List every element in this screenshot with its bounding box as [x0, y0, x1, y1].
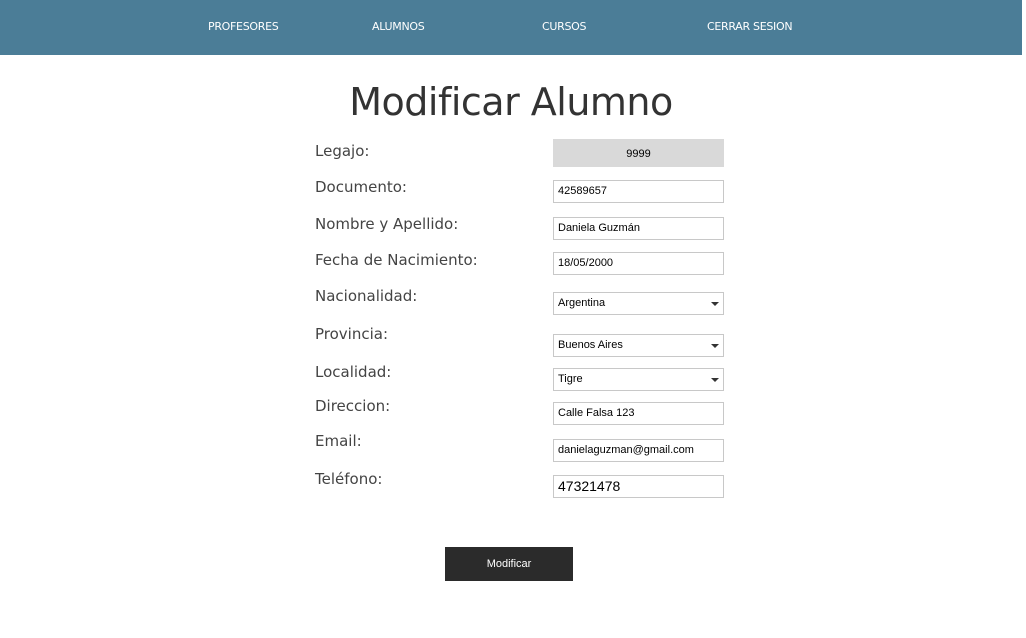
- fecha-label: Fecha de Nacimiento:: [315, 251, 478, 269]
- nacionalidad-value: Argentina: [558, 297, 606, 309]
- legajo-label: Legajo:: [315, 142, 370, 160]
- legajo-field: 9999: [553, 139, 724, 167]
- caret-down-icon: [711, 378, 719, 382]
- caret-down-icon: [711, 344, 719, 348]
- modificar-button[interactable]: Modificar: [445, 547, 573, 581]
- nav-alumnos[interactable]: ALUMNOS: [372, 20, 425, 33]
- nacionalidad-label: Nacionalidad:: [315, 287, 418, 305]
- nav-cerrar-sesion[interactable]: CERRAR SESION: [707, 20, 793, 33]
- fecha-field[interactable]: 18/05/2000: [553, 252, 724, 275]
- email-field[interactable]: danielaguzman@gmail.com: [553, 439, 724, 462]
- documento-field[interactable]: 42589657: [553, 180, 724, 203]
- direccion-field[interactable]: Calle Falsa 123: [553, 402, 724, 425]
- caret-down-icon: [711, 302, 719, 306]
- nombre-field[interactable]: Daniela Guzmán: [553, 217, 724, 240]
- telefono-field[interactable]: 47321478: [553, 475, 724, 498]
- nav-profesores[interactable]: PROFESORES: [208, 20, 279, 33]
- provincia-value: Buenos Aires: [558, 339, 623, 351]
- email-label: Email:: [315, 432, 362, 450]
- localidad-label: Localidad:: [315, 363, 392, 381]
- documento-label: Documento:: [315, 178, 407, 196]
- provincia-select[interactable]: Buenos Aires: [553, 334, 724, 357]
- top-nav: PROFESORES ALUMNOS CURSOS CERRAR SESION: [0, 0, 1022, 55]
- provincia-label: Provincia:: [315, 325, 389, 343]
- telefono-label: Teléfono:: [315, 470, 383, 488]
- localidad-select[interactable]: Tigre: [553, 368, 724, 391]
- nav-cursos[interactable]: CURSOS: [542, 20, 587, 33]
- nacionalidad-select[interactable]: Argentina: [553, 292, 724, 315]
- nombre-label: Nombre y Apellido:: [315, 215, 459, 233]
- page-title: Modificar Alumno: [349, 80, 673, 124]
- localidad-value: Tigre: [558, 373, 583, 385]
- direccion-label: Direccion:: [315, 397, 391, 415]
